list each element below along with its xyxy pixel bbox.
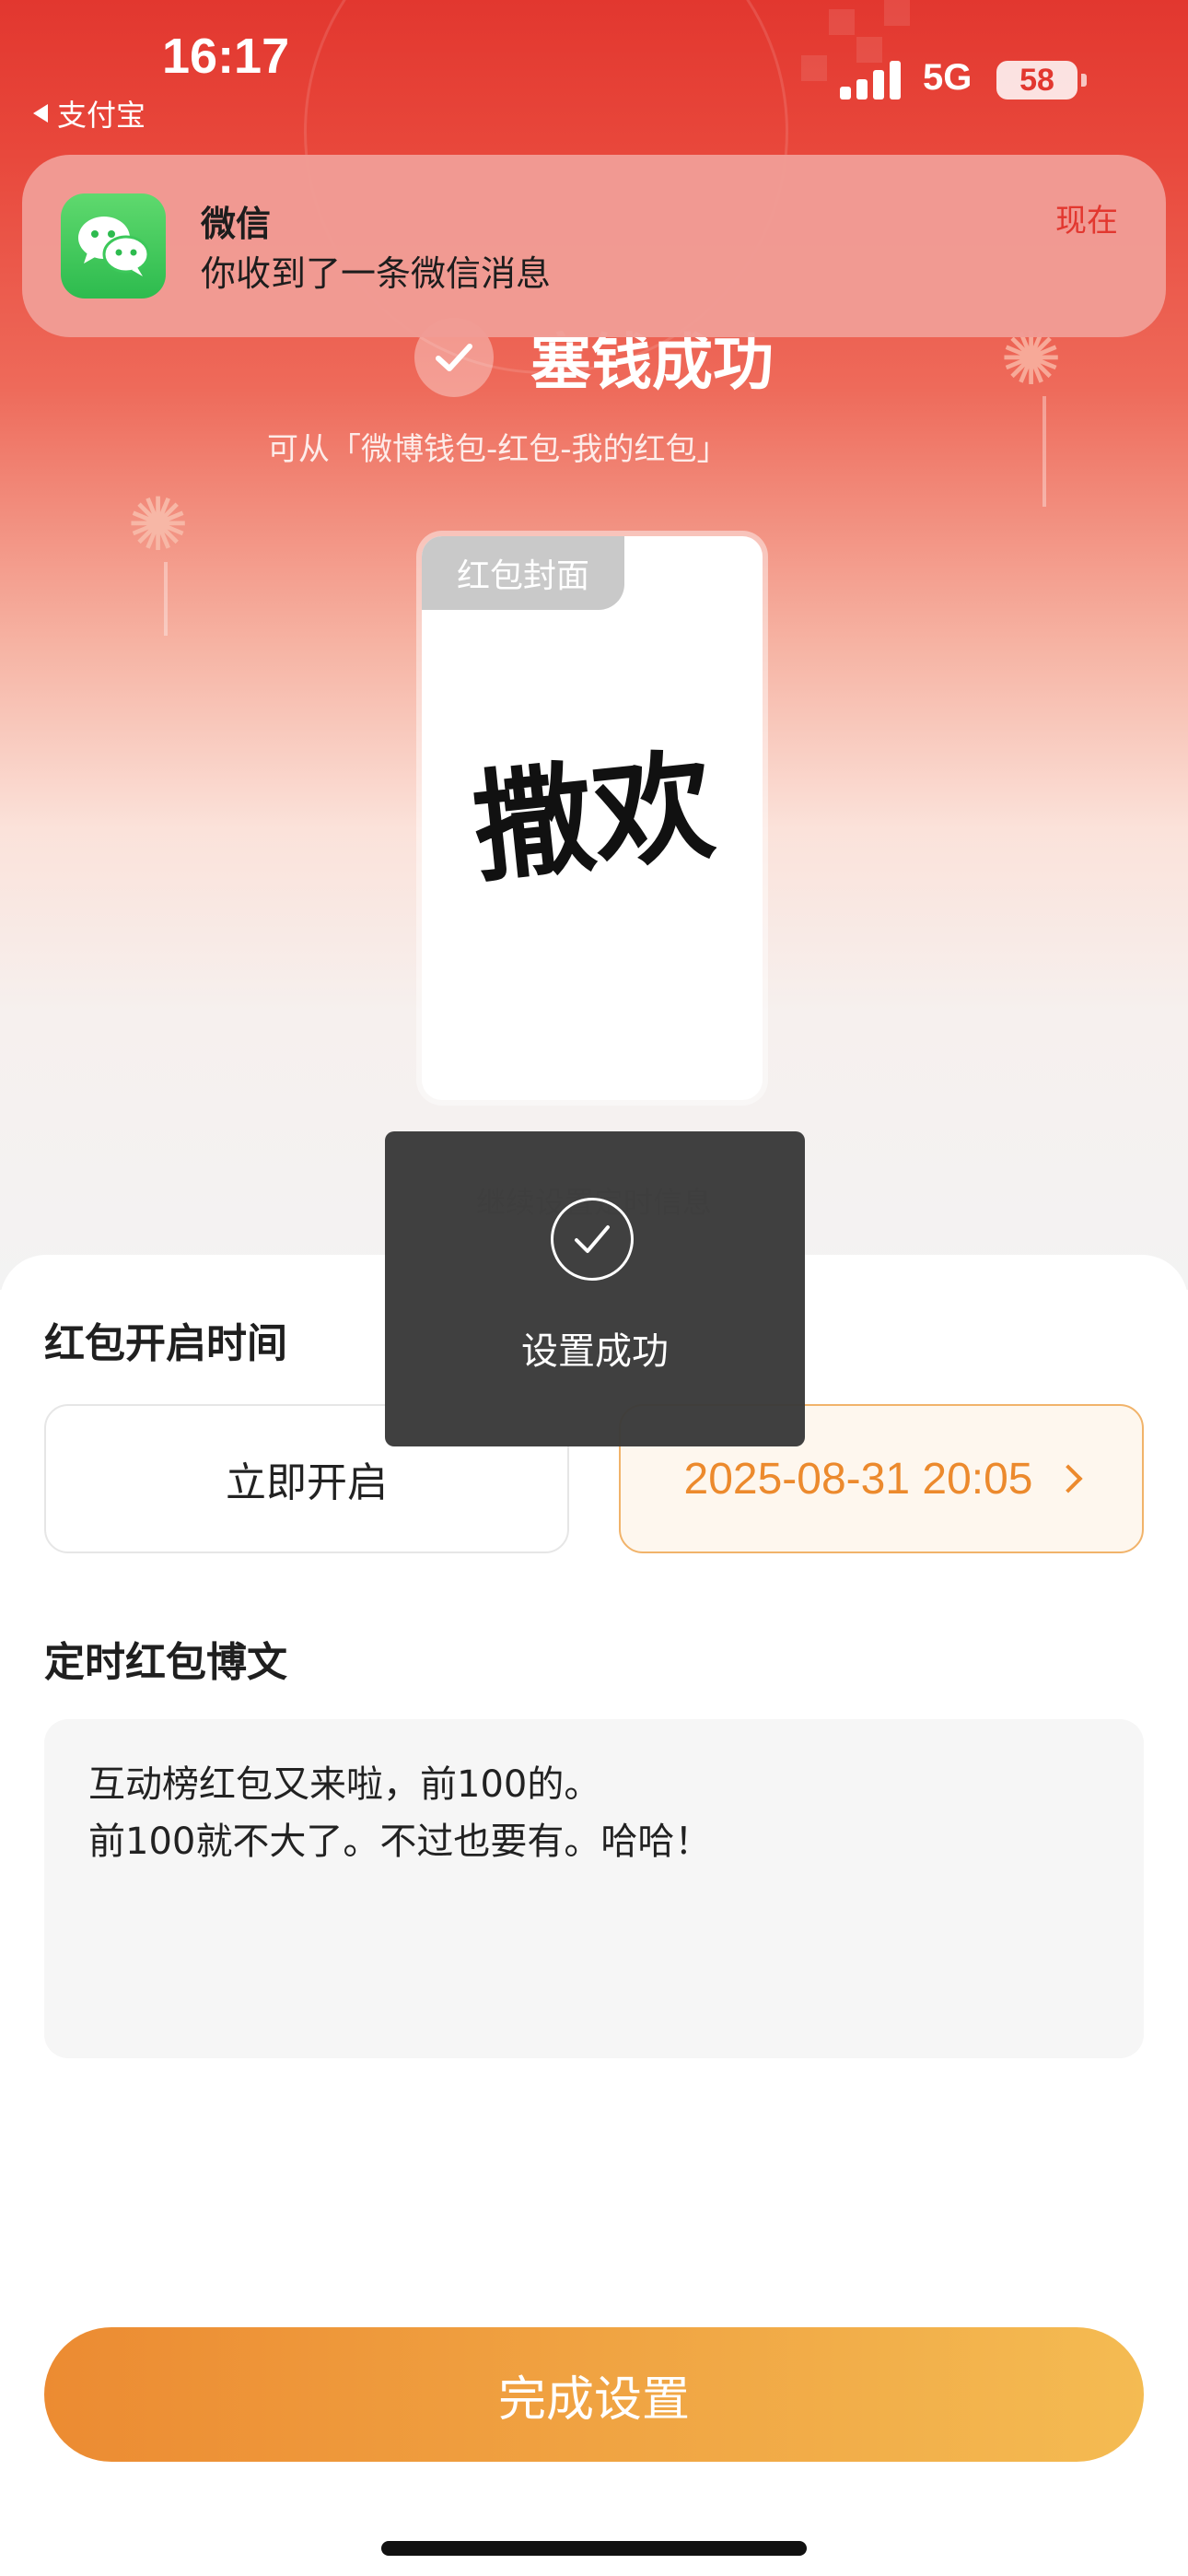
decorative-pattern [829, 9, 855, 35]
firework-icon: ✺ [127, 482, 190, 568]
battery-icon: 58 [996, 61, 1087, 100]
notification-message: 你收到了一条微信消息 [201, 253, 552, 294]
back-arrow-icon [33, 104, 48, 123]
back-to-app-link[interactable]: 支付宝 [33, 92, 146, 135]
toast-message: 设置成功 [521, 1330, 669, 1373]
network-type: 5G [923, 57, 973, 98]
cover-art-text: 撒欢 [468, 734, 716, 899]
status-time: 16:17 [162, 29, 290, 84]
scheduled-post-title: 定时红包博文 [44, 1639, 287, 1686]
complete-setup-label: 完成设置 [497, 2371, 690, 2428]
signal-icon [840, 59, 906, 100]
chevron-right-icon [1054, 1464, 1084, 1493]
decorative-pattern [801, 55, 827, 81]
notification-app-name: 微信 [201, 204, 272, 244]
check-circle-icon [551, 1198, 634, 1281]
decorative-pattern [884, 0, 910, 26]
scheduled-time-value: 2025-08-31 20:05 [683, 1454, 1033, 1504]
back-app-label: 支付宝 [57, 98, 146, 133]
success-toast: 设置成功 [385, 1131, 805, 1446]
complete-setup-button[interactable]: 完成设置 [44, 2327, 1144, 2462]
post-line: 互动榜红包又来啦，前100的。 [88, 1763, 601, 1806]
wechat-icon [61, 193, 166, 299]
notification-banner[interactable]: 微信 你收到了一条微信消息 现在 [22, 155, 1166, 337]
post-line: 前100就不大了。不过也要有。哈哈！ [88, 1821, 712, 1863]
firework-stem [1042, 396, 1046, 507]
notification-time: 现在 [1055, 203, 1118, 240]
success-hint: 可从「微博钱包-红包-我的红包」 [267, 431, 728, 468]
post-textarea[interactable]: 互动榜红包又来啦，前100的。 前100就不大了。不过也要有。哈哈！ [44, 1719, 1144, 2058]
battery-level: 58 [1019, 62, 1054, 98]
red-packet-cover-card[interactable]: 红包封面 撒欢 [422, 536, 763, 1100]
home-indicator[interactable] [381, 2541, 807, 2556]
cover-calligraphy-art: 撒欢 [467, 720, 721, 908]
open-time-title: 红包开启时间 [44, 1320, 287, 1367]
firework-stem [164, 562, 168, 636]
cover-tag: 红包封面 [422, 536, 624, 610]
open-immediately-label: 立即开启 [226, 1459, 388, 1506]
